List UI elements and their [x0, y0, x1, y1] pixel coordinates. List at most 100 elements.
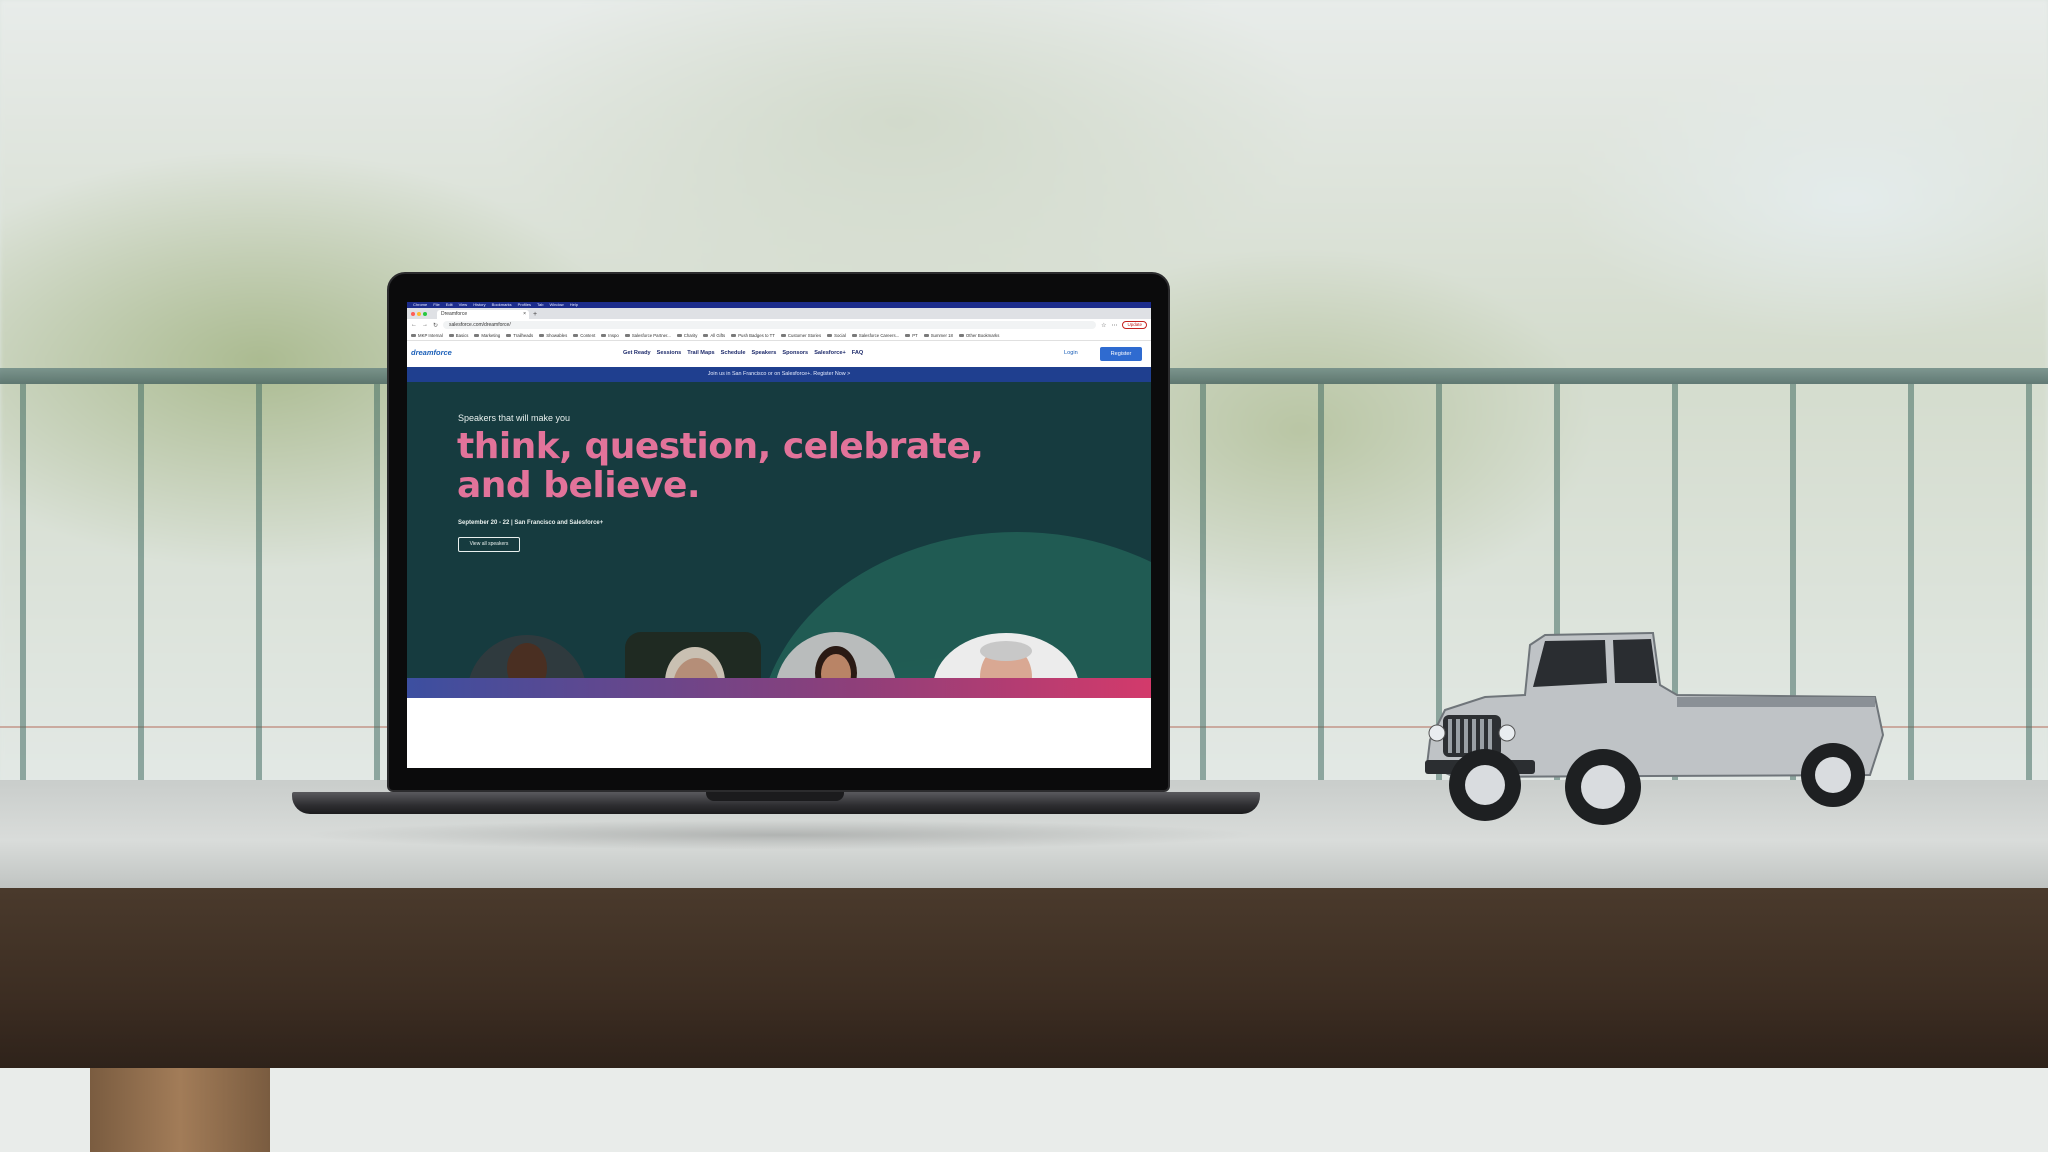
- folder-icon: [624, 333, 630, 338]
- bookmark-label: Customer Stories: [787, 333, 822, 338]
- login-link[interactable]: Login: [1064, 350, 1078, 356]
- bookmark-item[interactable]: All Gifts: [703, 333, 725, 338]
- hero-title: think, question, celebrate, and believe.: [457, 426, 984, 506]
- bookmark-item[interactable]: Marketing: [474, 333, 500, 338]
- bookmark-label: Trailheads: [513, 333, 534, 338]
- folder-icon: [923, 333, 929, 338]
- nav-link[interactable]: Trail Maps: [687, 350, 714, 356]
- bookmark-item[interactable]: PT: [905, 333, 918, 338]
- nav-link[interactable]: Salesforce+: [814, 350, 846, 356]
- register-button[interactable]: Register: [1100, 347, 1142, 361]
- nav-link[interactable]: Schedule: [721, 350, 746, 356]
- forward-icon[interactable]: →: [422, 322, 428, 328]
- footer-gradient-band: [407, 678, 1151, 698]
- menubar-item[interactable]: View: [459, 302, 468, 308]
- update-button[interactable]: Update: [1122, 321, 1147, 329]
- railing-bar: [1200, 384, 1206, 784]
- bookmark-item[interactable]: Salesforce Careers...: [851, 333, 900, 338]
- back-icon[interactable]: ←: [411, 322, 417, 328]
- view-all-speakers-button[interactable]: View all speakers: [458, 537, 520, 552]
- window-controls: [411, 308, 433, 319]
- browser-toolbar: ← → ↻ salesforce.com/dreamforce/ ☆ ⋯ Upd…: [407, 319, 1151, 331]
- menubar-item[interactable]: Help: [570, 302, 578, 308]
- menubar-item[interactable]: Tab: [537, 302, 543, 308]
- menubar-item[interactable]: Edit: [446, 302, 453, 308]
- bookmark-label: Salesforce Careers...: [858, 333, 900, 338]
- folder-icon: [780, 333, 786, 338]
- table-leg: [90, 1068, 270, 1152]
- bookmark-item[interactable]: Social: [827, 333, 846, 338]
- bookmark-label: Push Badges to TT: [738, 333, 775, 338]
- new-tab-button[interactable]: +: [533, 310, 537, 319]
- reload-icon[interactable]: ↻: [433, 322, 438, 329]
- nav-link[interactable]: FAQ: [852, 350, 864, 356]
- bookmark-item[interactable]: Trailheads: [506, 333, 533, 338]
- extensions-icon[interactable]: ⋯: [1111, 322, 1117, 329]
- folder-icon: [731, 333, 737, 338]
- bookmark-label: PT: [912, 333, 918, 338]
- bookmark-label: Salesforce Partner...: [631, 333, 671, 338]
- folder-icon: [573, 333, 579, 338]
- bookmark-item[interactable]: Other Bookmarks: [958, 333, 999, 338]
- folder-icon: [851, 333, 857, 338]
- bookmark-label: Charity: [683, 333, 698, 338]
- laptop-screen: Chrome File Edit View History Bookmarks Profil…: [407, 302, 1151, 768]
- bookmark-label: Basics: [455, 333, 469, 338]
- bookmark-label: Showables: [546, 333, 568, 338]
- bookmark-item[interactable]: Customer Stories: [780, 333, 822, 338]
- railing-bar: [1908, 384, 1914, 784]
- toy-jeep-truck: [1425, 631, 1885, 825]
- bookmark-item[interactable]: MKP Internal: [411, 333, 443, 338]
- tab-title: Dreamforce: [441, 311, 468, 317]
- folder-icon: [411, 333, 416, 338]
- tab-close-icon[interactable]: ×: [523, 310, 526, 319]
- menubar-item[interactable]: File: [433, 302, 439, 308]
- hero-subtitle: Speakers that will make you: [458, 413, 571, 423]
- close-window-button[interactable]: [411, 311, 415, 316]
- nav-link[interactable]: Sponsors: [782, 350, 808, 356]
- bookmark-label: Inspo: [608, 333, 619, 338]
- bookmark-item[interactable]: Charity: [676, 333, 698, 338]
- bookmark-item[interactable]: Showables: [539, 333, 567, 338]
- browser-tab[interactable]: Dreamforce ×: [437, 310, 529, 319]
- menubar-item[interactable]: Profiles: [518, 302, 531, 308]
- folder-icon: [703, 333, 709, 338]
- zoom-window-button[interactable]: [423, 311, 427, 316]
- bookmarks-bar: MKP Internal Basics Marketing Trailheads Sho…: [407, 331, 1151, 341]
- bookmark-label: MKP Internal: [418, 333, 443, 338]
- nav-link[interactable]: Sessions: [657, 350, 682, 356]
- bookmark-label: Social: [834, 333, 846, 338]
- bookmark-item[interactable]: Inspo: [601, 333, 619, 338]
- bookmark-label: All Gifts: [710, 333, 726, 338]
- event-date: September 20 - 22 | San Francisco and Sa…: [458, 520, 604, 526]
- folder-icon: [676, 333, 682, 338]
- bookmark-label: Summer 18: [930, 333, 953, 338]
- bookmark-label: Marketing: [481, 333, 501, 338]
- railing-bar: [138, 384, 144, 784]
- folder-icon: [958, 333, 964, 338]
- bookmark-star-icon[interactable]: ☆: [1101, 322, 1106, 329]
- folder-icon: [474, 333, 480, 338]
- railing-bar: [374, 384, 380, 784]
- bookmark-item[interactable]: Basics: [448, 333, 469, 338]
- address-bar[interactable]: salesforce.com/dreamforce/: [443, 321, 1097, 329]
- bookmark-item[interactable]: Content: [573, 333, 595, 338]
- folder-icon: [539, 333, 545, 338]
- dreamforce-logo[interactable]: dreamforce: [411, 348, 452, 357]
- railing-bar: [2026, 384, 2032, 784]
- folder-icon: [601, 333, 607, 338]
- bookmark-item[interactable]: Salesforce Partner...: [624, 333, 671, 338]
- minimize-window-button[interactable]: [417, 311, 421, 316]
- nav-link[interactable]: Get Ready: [623, 350, 651, 356]
- announcement-banner[interactable]: Join us in San Francisco or on Salesforc…: [407, 367, 1151, 382]
- table-edge: [0, 888, 2048, 1070]
- menubar-item[interactable]: Window: [549, 302, 563, 308]
- bookmark-item[interactable]: Summer 18: [923, 333, 953, 338]
- nav-link[interactable]: Speakers: [751, 350, 776, 356]
- site-nav: Get Ready Sessions Trail Maps Schedule Speak…: [623, 350, 863, 356]
- menubar-item[interactable]: History: [473, 302, 485, 308]
- folder-icon: [506, 333, 512, 338]
- browser-tabstrip: Dreamforce × +: [407, 308, 1151, 319]
- menubar-item[interactable]: Bookmarks: [492, 302, 512, 308]
- bookmark-item[interactable]: Push Badges to TT: [731, 333, 775, 338]
